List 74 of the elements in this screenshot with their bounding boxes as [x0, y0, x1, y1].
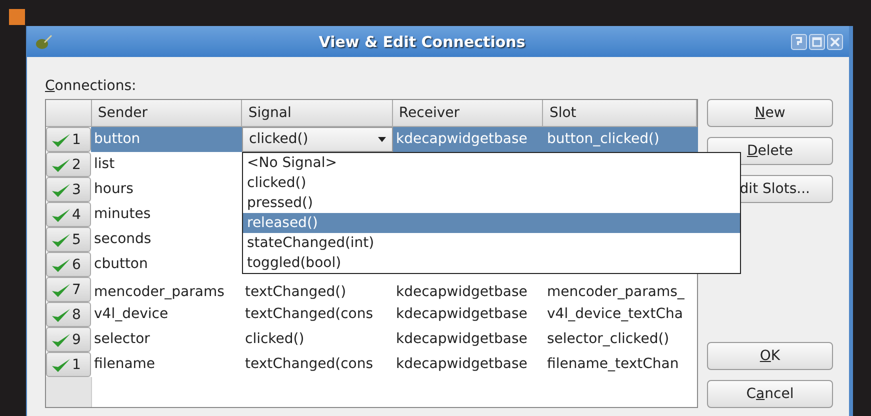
row-number: 3: [72, 182, 81, 198]
row-number: 1: [72, 356, 81, 372]
table-cell-text: textChanged(): [244, 283, 348, 302]
help-icon[interactable]: [791, 34, 807, 50]
row-header[interactable]: 3: [46, 177, 91, 202]
checkmark-icon: [51, 256, 71, 272]
table-cell-text: seconds: [93, 230, 152, 249]
row-header-background: [46, 377, 92, 407]
table-cell-text: selector_clicked(): [546, 330, 670, 349]
table-cell: kdecapwidgetbase: [393, 127, 544, 152]
brush-icon: [35, 32, 53, 50]
square-marker: [9, 9, 25, 25]
table-cell-text: v4l_device: [93, 305, 170, 324]
column-header[interactable]: Slot: [543, 100, 697, 126]
table-cell-text: kdecapwidgetbase: [395, 330, 528, 349]
row-header[interactable]: 1: [46, 127, 91, 152]
row-header[interactable]: 4: [46, 202, 91, 227]
close-icon[interactable]: [827, 34, 843, 50]
table-cell-text: mencoder_params_: [546, 283, 686, 302]
table-cell-text: kdecapwidgetbase: [395, 355, 528, 374]
table-cell-text: filename: [93, 355, 156, 374]
row-number: 4: [72, 206, 81, 222]
row-number: 1: [72, 132, 81, 148]
row-number: 2: [72, 156, 81, 172]
table-cell-text: kdecapwidgetbase: [395, 283, 528, 302]
table-cell-text: selector: [93, 330, 151, 349]
window-title: View & Edit Connections: [318, 32, 526, 50]
checkmark-icon: [51, 182, 71, 198]
row-header[interactable]: 9: [46, 327, 91, 352]
table-cell: button_clicked(): [544, 127, 698, 152]
checkmark-icon: [51, 132, 71, 148]
table-cell-text: minutes: [93, 205, 152, 224]
dropdown-option[interactable]: released(): [243, 213, 740, 233]
dialog-button[interactable]: New: [707, 99, 833, 127]
checkmark-icon: [51, 356, 71, 372]
checkmark-icon: [51, 206, 71, 222]
row-header[interactable]: 8: [46, 302, 91, 327]
table-cell: button: [91, 127, 242, 152]
checkmark-icon: [51, 282, 71, 298]
row-header[interactable]: 6: [46, 252, 91, 277]
dropdown-option[interactable]: stateChanged(int): [243, 233, 740, 253]
column-header[interactable]: Sender: [92, 100, 242, 126]
dropdown-option[interactable]: toggled(bool): [243, 253, 740, 273]
dialog-button[interactable]: Cancel: [707, 380, 833, 408]
checkmark-icon: [51, 232, 71, 248]
row-number: 7: [72, 282, 81, 298]
column-header[interactable]: Signal: [242, 100, 393, 126]
table-cell-text: list: [93, 155, 116, 174]
table-cell-text: cbutton: [93, 255, 149, 274]
table-cell-text: clicked(): [244, 330, 306, 349]
checkmark-icon: [51, 156, 71, 172]
table-cell-text: v4l_device_textCha: [546, 305, 684, 324]
row-number: 6: [72, 256, 81, 272]
table-cell-text: filename_textChan: [546, 355, 680, 374]
signal-combobox[interactable]: clicked(): [242, 127, 393, 152]
row-header[interactable]: 7: [46, 277, 91, 302]
row-number: 9: [72, 332, 81, 348]
checkmark-icon: [51, 332, 71, 348]
column-header[interactable]: Receiver: [392, 100, 544, 126]
table-cell-text: hours: [93, 180, 134, 199]
row-header[interactable]: 5: [46, 227, 91, 252]
dropdown-arrow-icon: [378, 137, 386, 142]
table-cell-text: mencoder_params: [93, 283, 226, 302]
table-cell-text: kdecapwidgetbase: [395, 305, 528, 324]
connections-label: Connections:: [45, 77, 136, 96]
row-header[interactable]: 2: [46, 152, 91, 177]
table-cell-text: textChanged(cons: [244, 355, 374, 374]
row-header[interactable]: 1: [46, 352, 91, 377]
row-number: 5: [72, 232, 81, 248]
checkmark-icon: [51, 306, 71, 322]
row-number: 8: [72, 306, 81, 322]
maximize-icon[interactable]: [809, 34, 825, 50]
dialog-button[interactable]: OK: [707, 342, 833, 370]
table-cell-text: textChanged(cons: [244, 305, 374, 324]
